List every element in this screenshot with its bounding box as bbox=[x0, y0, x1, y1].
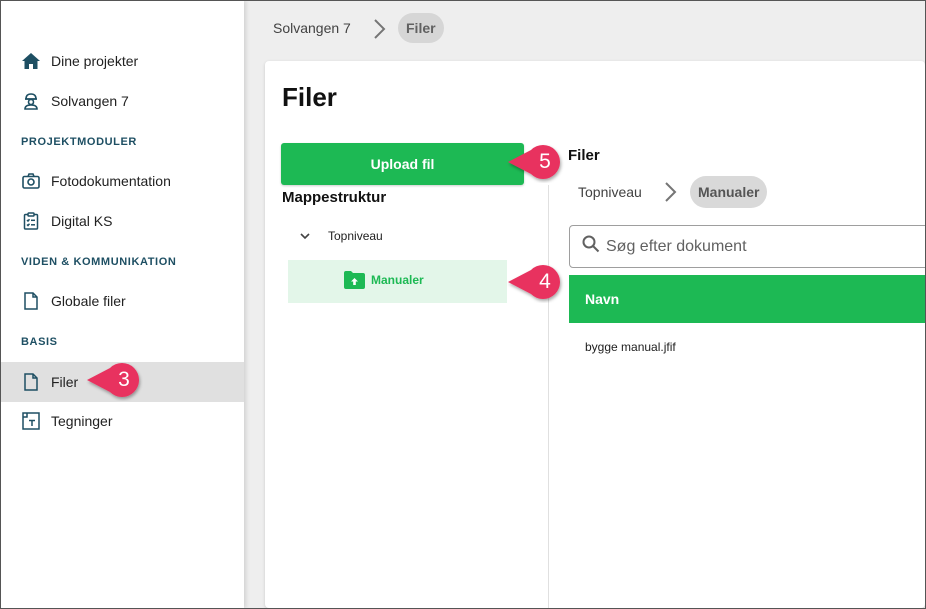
page-title: Filer bbox=[282, 82, 337, 112]
home-icon bbox=[21, 51, 41, 71]
sidebar-item-label: Globale filer bbox=[51, 293, 126, 309]
callout-number-3: 3 bbox=[118, 368, 130, 391]
sidebar-item-globale-filer[interactable]: Globale filer bbox=[1, 281, 244, 321]
upload-file-button[interactable]: Upload fil bbox=[281, 143, 524, 185]
sidebar-item-tegninger[interactable]: Tegninger bbox=[1, 401, 244, 441]
panel-divider bbox=[548, 185, 549, 608]
file-icon bbox=[21, 372, 41, 392]
tree-item-topniveau[interactable]: Topniveau bbox=[300, 229, 383, 243]
worker-icon bbox=[21, 91, 41, 111]
files-breadcrumb-manualer[interactable]: Manualer bbox=[690, 176, 768, 208]
tree-item-manualer[interactable]: Manualer bbox=[344, 271, 424, 289]
section-viden-kommunikation: VIDEN & KOMMUNIKATION bbox=[21, 256, 177, 268]
section-projektmoduler: PROJEKTMODULER bbox=[21, 136, 137, 148]
file-icon bbox=[21, 291, 41, 311]
sidebar-item-label: Digital KS bbox=[51, 213, 113, 229]
sidebar-item-dine-projekter[interactable]: Dine projekter bbox=[1, 41, 244, 81]
search-icon bbox=[582, 235, 600, 258]
sidebar-item-fotodokumentation[interactable]: Fotodokumentation bbox=[1, 161, 244, 201]
sidebar-item-label: Filer bbox=[51, 374, 79, 390]
search-input[interactable] bbox=[606, 237, 906, 256]
files-breadcrumb-topniveau[interactable]: Topniveau bbox=[578, 184, 642, 200]
callout-number-5: 5 bbox=[539, 150, 551, 173]
clipboard-icon bbox=[21, 211, 41, 231]
tree-item-label: Manualer bbox=[371, 273, 424, 287]
sidebar-item-digital-ks[interactable]: Digital KS bbox=[1, 201, 244, 241]
camera-icon bbox=[21, 171, 41, 191]
drawing-icon bbox=[21, 411, 41, 431]
sidebar: Dine projekter Solvangen 7 PROJEKTMODULE… bbox=[1, 1, 244, 608]
sidebar-item-label: Fotodokumentation bbox=[51, 173, 171, 189]
breadcrumb-item-solvangen[interactable]: Solvangen 7 bbox=[273, 13, 351, 43]
chevron-right-icon bbox=[374, 19, 386, 39]
tree-item-label: Topniveau bbox=[328, 229, 383, 243]
sidebar-item-label: Solvangen 7 bbox=[51, 93, 129, 109]
section-basis: BASIS bbox=[21, 336, 58, 348]
search-field[interactable] bbox=[569, 225, 926, 268]
sidebar-item-label: Tegninger bbox=[51, 413, 113, 429]
sidebar-item-label: Dine projekter bbox=[51, 53, 139, 69]
callout-number-4: 4 bbox=[539, 270, 551, 293]
sidebar-item-solvangen[interactable]: Solvangen 7 bbox=[1, 81, 244, 121]
folder-upload-icon bbox=[344, 271, 365, 289]
breadcrumb-item-filer[interactable]: Filer bbox=[398, 13, 444, 43]
table-row[interactable]: bygge manual.jfif bbox=[585, 340, 676, 354]
table-header-name[interactable]: Navn bbox=[569, 275, 926, 323]
folder-structure-heading: Mappestruktur bbox=[282, 189, 387, 206]
chevron-right-icon bbox=[665, 182, 677, 202]
chevron-down-icon[interactable] bbox=[300, 232, 314, 240]
